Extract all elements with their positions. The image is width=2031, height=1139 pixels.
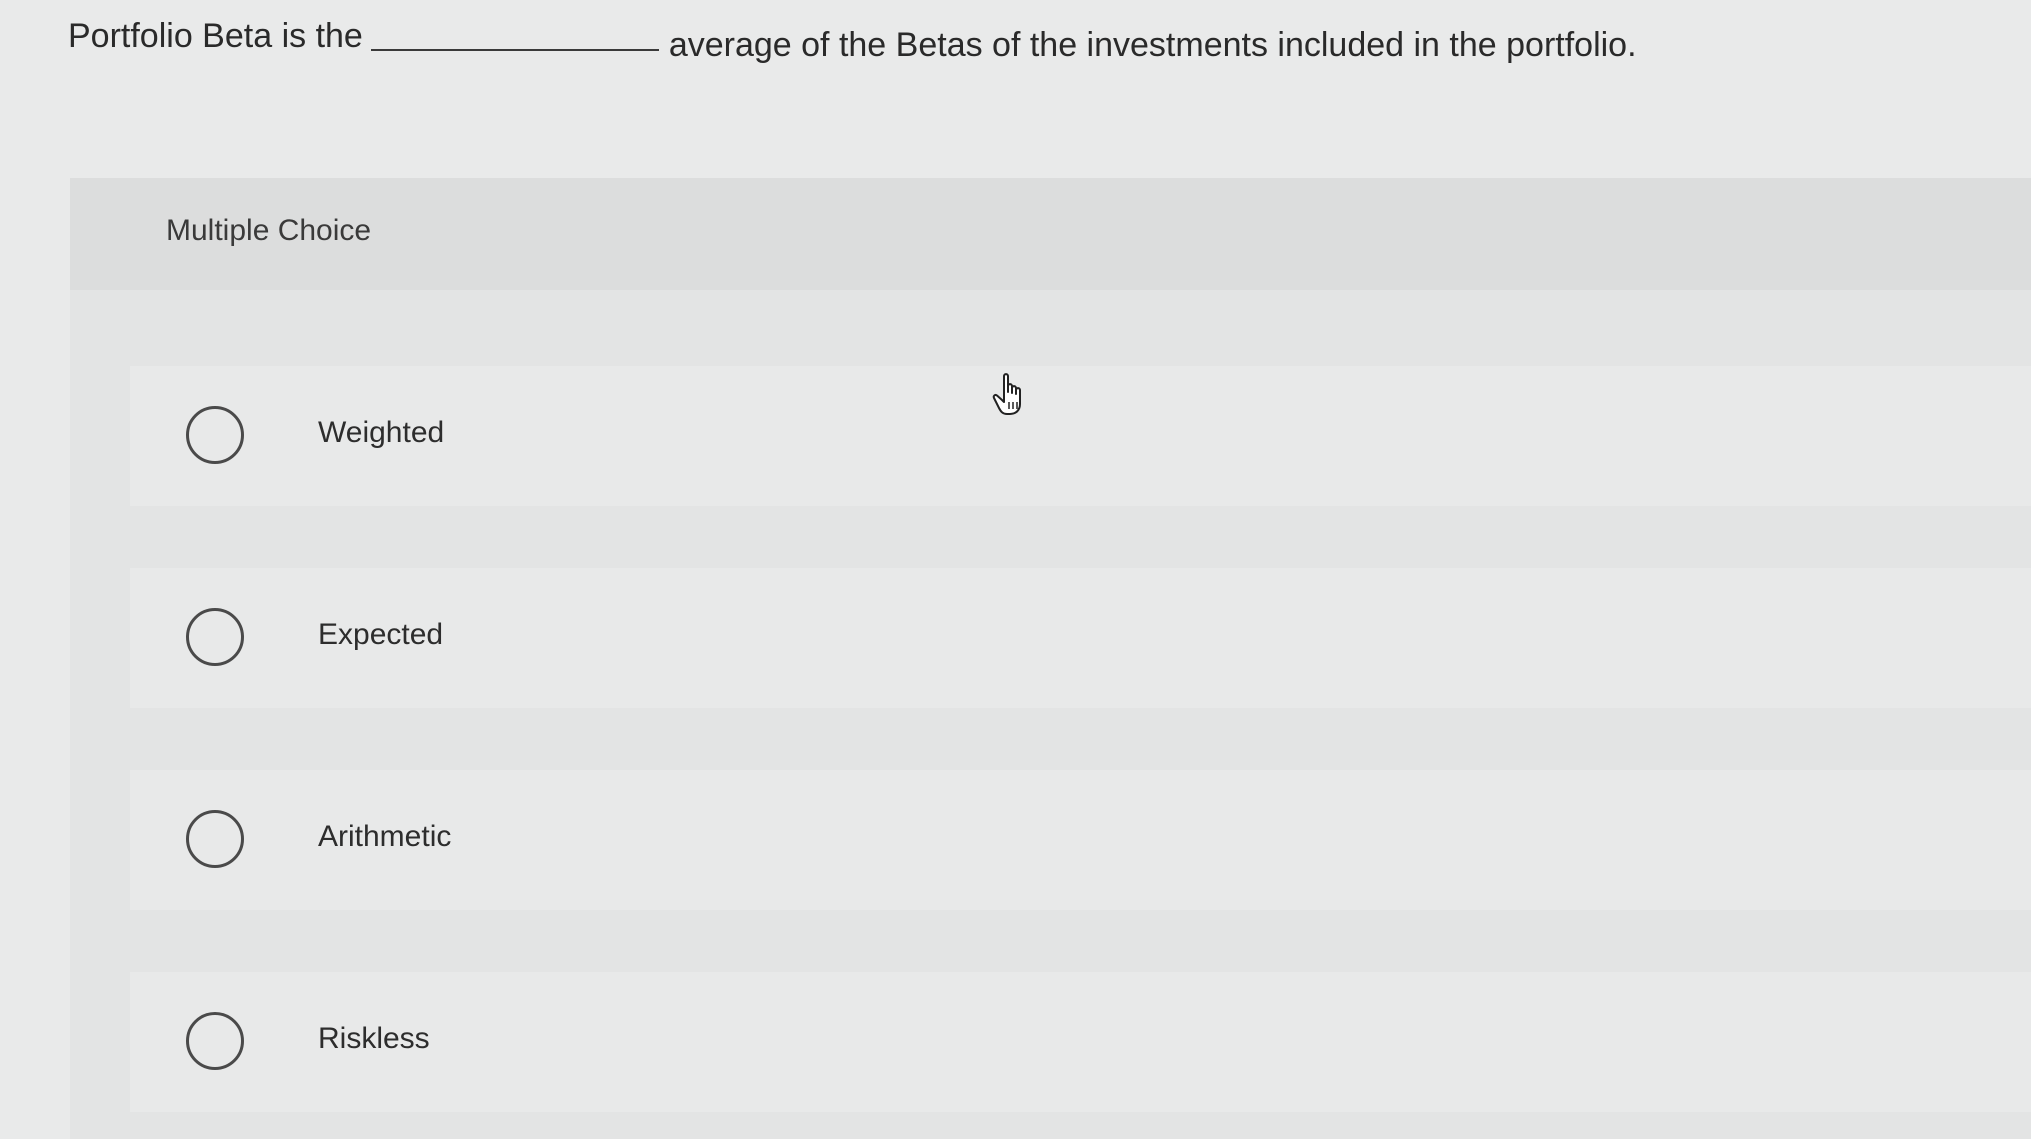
question-text-before: Portfolio Beta is the	[68, 17, 363, 55]
option-arithmetic[interactable]: Arithmetic	[130, 770, 2031, 910]
radio-button[interactable]	[186, 406, 244, 464]
option-weighted[interactable]: Weighted	[130, 366, 2031, 506]
option-label: Weighted	[318, 416, 445, 449]
option-riskless[interactable]: Riskless	[130, 972, 2031, 1112]
option-label: Riskless	[318, 1022, 430, 1055]
radio-button[interactable]	[186, 810, 244, 868]
hand-pointer-icon	[992, 373, 1021, 415]
radio-button[interactable]	[186, 1012, 244, 1070]
option-label: Arithmetic	[318, 820, 452, 853]
radio-button[interactable]	[186, 608, 244, 666]
answer-blank	[370, 49, 659, 51]
multiple-choice-panel: Multiple Choice Weighted Expected Arithm…	[70, 178, 2031, 1139]
question-text: Portfolio Beta is the average of the Beta…	[68, 14, 1988, 64]
option-expected[interactable]: Expected	[130, 568, 2031, 708]
panel-title: Multiple Choice	[166, 214, 372, 247]
question-text-after: average of the Betas of the investments …	[668, 26, 1637, 64]
option-label: Expected	[318, 618, 444, 651]
panel-header: Multiple Choice	[70, 178, 2031, 290]
